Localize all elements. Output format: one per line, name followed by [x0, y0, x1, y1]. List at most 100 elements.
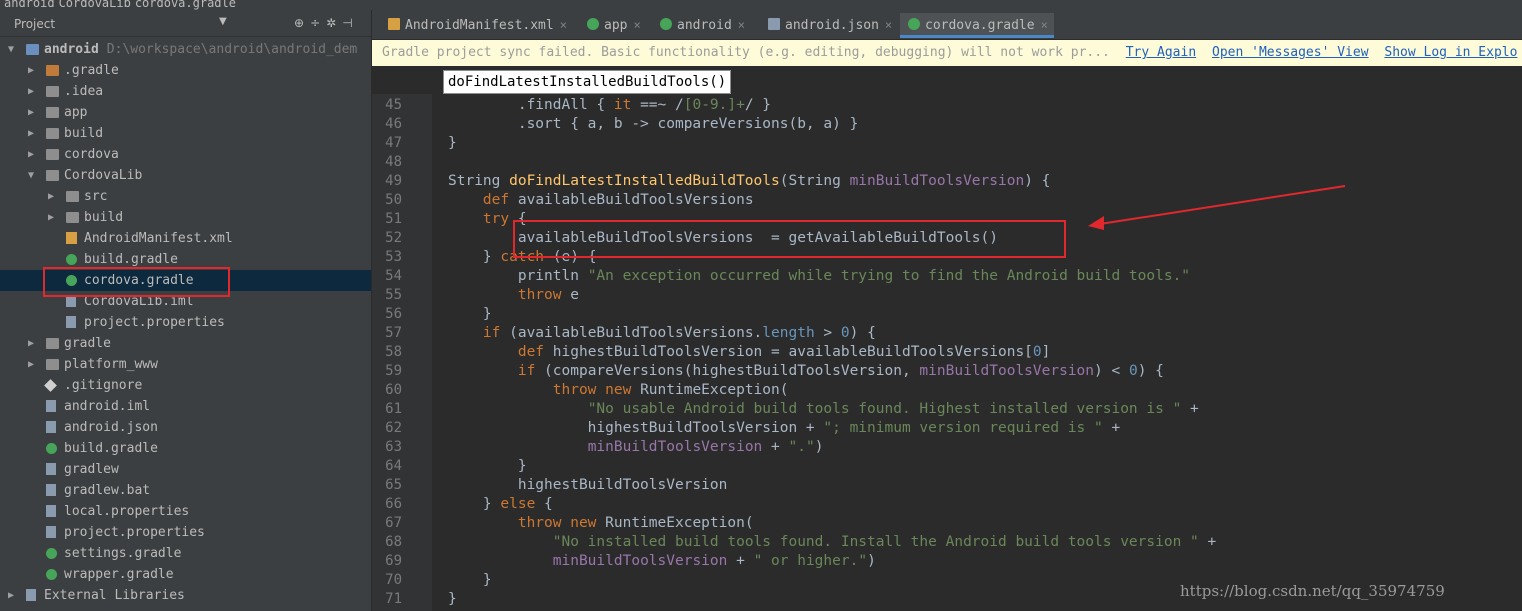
tree-item-label: settings.gradle [64, 543, 181, 564]
collapse-icon[interactable]: ÷ [310, 16, 326, 30]
code-line: highestBuildToolsVersion + "; minimum ve… [448, 419, 1121, 438]
tree-item-label: .idea [64, 81, 103, 102]
hide-icon[interactable]: ⊣ [342, 16, 358, 30]
chevron-down-icon[interactable]: ▼ [28, 165, 40, 186]
tree-item[interactable]: ▶ .gradle [0, 60, 371, 81]
code-token: } [448, 458, 527, 474]
tree-item-text: gradlew [64, 462, 119, 477]
code-token: "No installed build tools found. Install… [552, 534, 1199, 550]
tree-item[interactable]: ▼ CordovaLib [0, 165, 371, 186]
code-line: } else { [448, 495, 553, 514]
tree-item[interactable]: settings.gradle [0, 543, 371, 564]
tree-item[interactable]: gradlew [0, 459, 371, 480]
code-token: ] [1041, 344, 1051, 360]
tree-item-text: .gitignore [64, 378, 143, 393]
chevron-right-icon[interactable]: ▶ [28, 123, 40, 144]
try-again-link[interactable]: Try Again [1126, 45, 1196, 60]
chevron-right-icon[interactable]: ▶ [28, 333, 40, 354]
tree-item[interactable]: AndroidManifest.xml [0, 228, 371, 249]
tree-item[interactable]: build.gradle [0, 438, 371, 459]
tab-label: android.json [785, 18, 879, 33]
close-icon[interactable]: × [738, 18, 745, 32]
code-token: "No usable Android build tools found. Hi… [587, 401, 1182, 417]
watermark: https://blog.csdn.net/qq_35974759 [1180, 582, 1445, 600]
tree-item[interactable]: ▼ android D:\workspace\android\android_dem [0, 39, 371, 60]
tree-item[interactable]: ▶ build [0, 207, 371, 228]
tree-item[interactable]: android.json [0, 417, 371, 438]
tab-app[interactable]: app × [579, 13, 647, 38]
close-icon[interactable]: × [1041, 18, 1048, 32]
show-log-link[interactable]: Show Log in Explo [1384, 45, 1517, 60]
code-token: def [517, 344, 545, 360]
project-view-selector[interactable]: Project [14, 17, 55, 31]
tab-android-json[interactable]: android.json × [760, 13, 898, 38]
code-token: (String [779, 173, 850, 189]
code-line: } [448, 571, 492, 590]
breadcrumb-item[interactable]: CordovaLib [59, 0, 131, 10]
chevron-right-icon[interactable]: ▶ [48, 186, 60, 207]
chevron-right-icon[interactable]: ▶ [28, 144, 40, 165]
tree-item[interactable]: android.iml [0, 396, 371, 417]
close-icon[interactable]: × [885, 18, 892, 32]
sync-icon[interactable]: ⊕ [294, 16, 310, 30]
code-line: if (availableBuildToolsVersions.length >… [448, 324, 876, 343]
tree-item-text: app [64, 105, 88, 120]
line-number: 69 [385, 553, 402, 569]
line-number: 52 [385, 230, 402, 246]
tree-item[interactable]: ▶ src [0, 186, 371, 207]
tree-item[interactable]: project.properties [0, 312, 371, 333]
tree-item[interactable]: ▶ External Libraries [0, 585, 371, 606]
close-icon[interactable]: × [633, 18, 640, 32]
tree-item-text: project.properties [64, 525, 205, 540]
tree-item[interactable]: gradlew.bat [0, 480, 371, 501]
tree-item[interactable]: ▶ app [0, 102, 371, 123]
tree-item[interactable]: ▶ cordova [0, 144, 371, 165]
tree-item[interactable]: ▶ .idea [0, 81, 371, 102]
tree-item-label: src [84, 186, 107, 207]
code-token: ) { [1137, 363, 1164, 379]
tree-item[interactable]: project.properties [0, 522, 371, 543]
folder-icon [46, 338, 59, 349]
code-token: minBuildToolsVersion [919, 363, 1095, 379]
close-icon[interactable]: × [560, 18, 567, 32]
chevron-right-icon[interactable]: ▶ [28, 102, 40, 123]
tree-item-label: android.iml [64, 396, 150, 417]
code-token: .sort { a, b -> compareVersions(b, a) } [448, 116, 859, 132]
code-token: ) { [849, 325, 876, 341]
open-messages-link[interactable]: Open 'Messages' View [1212, 45, 1369, 60]
folder-icon [46, 128, 59, 139]
tree-item[interactable]: ▶ build [0, 123, 371, 144]
tree-item[interactable]: .gitignore [0, 375, 371, 396]
chevron-right-icon[interactable]: ▶ [28, 354, 40, 375]
breadcrumb-item[interactable]: android [4, 0, 55, 10]
folder-icon [46, 107, 59, 118]
tree-item-label: .gitignore [64, 375, 142, 396]
tree-item[interactable]: wrapper.gradle [0, 564, 371, 585]
chevron-right-icon[interactable]: ▶ [48, 207, 60, 228]
code-token: + [1198, 534, 1217, 550]
tree-item-text: project.properties [84, 315, 225, 330]
tree-item[interactable]: ▶ platform_www [0, 354, 371, 375]
chevron-right-icon[interactable]: ▶ [28, 81, 40, 102]
tree-item[interactable]: local.properties [0, 501, 371, 522]
chevron-down-icon[interactable]: ▼ [8, 39, 20, 60]
code-token: "An exception occurred while trying to f… [587, 268, 1191, 284]
tab-cordova-gradle[interactable]: cordova.gradle × [900, 13, 1054, 38]
tree-item[interactable]: ▶ gradle [0, 333, 371, 354]
tree-item-label: gradlew [64, 459, 119, 480]
chevron-down-icon[interactable]: ▼ [219, 16, 227, 27]
tab-android[interactable]: android × [652, 13, 751, 38]
chevron-right-icon[interactable]: ▶ [28, 60, 40, 81]
gear-icon[interactable]: ✲ [326, 16, 342, 30]
sync-failed-banner: Gradle project sync failed. Basic functi… [372, 40, 1522, 66]
tree-item-text: android [44, 42, 99, 57]
code-token: + [727, 553, 754, 569]
code-token: ) [814, 439, 824, 455]
tab-androidmanifest-xml[interactable]: AndroidManifest.xml × [380, 13, 573, 38]
code-line: "No usable Android build tools found. Hi… [448, 400, 1199, 419]
chevron-right-icon[interactable]: ▶ [8, 585, 20, 606]
file-icon [46, 421, 56, 433]
breadcrumb-item[interactable]: cordova.gradle [135, 0, 236, 10]
folder-icon [46, 149, 59, 160]
